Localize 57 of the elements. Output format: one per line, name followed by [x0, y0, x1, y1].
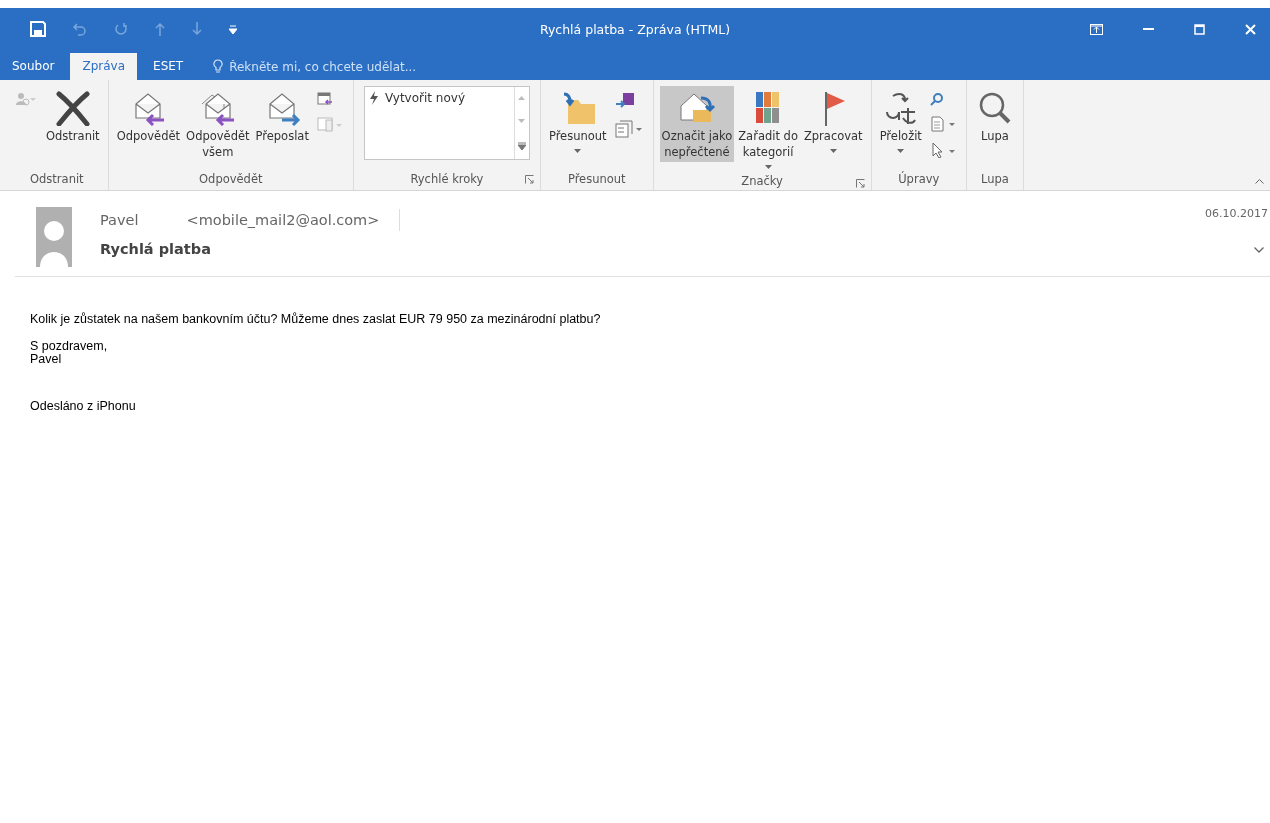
collapse-ribbon-icon[interactable] [1255, 179, 1264, 184]
expand-icon[interactable] [1254, 247, 1264, 253]
maximize-icon[interactable] [1194, 23, 1205, 35]
tell-me-field[interactable]: Řekněte mi, co chcete udělat... [227, 58, 472, 75]
search-icon[interactable] [929, 92, 944, 106]
pointer-icon[interactable] [929, 142, 956, 158]
caret-icon [897, 149, 905, 153]
message-paragraph: S pozdravem, Pavel [30, 340, 109, 366]
ribbon-tab[interactable]: Soubor [0, 53, 67, 80]
message-subject: Rychlá platba [100, 241, 212, 257]
rules-icon[interactable] [614, 120, 643, 138]
group-label: Odstranit [30, 172, 84, 186]
customize-icon[interactable] [229, 24, 237, 34]
ribbon-button[interactable]: Odpovědět všem [184, 86, 252, 162]
dialog-launcher-icon[interactable] [524, 175, 534, 184]
ribbon-button[interactable]: Přeložit [877, 86, 924, 162]
lightning-icon [368, 91, 379, 105]
ribbon-button[interactable]: Zařadit do kategorií [736, 86, 800, 172]
document-icon[interactable] [929, 116, 956, 132]
undo-icon[interactable] [73, 22, 87, 36]
window-title: Rychlá platba - Zpráva (HTML) [539, 21, 731, 37]
down-arrow-icon[interactable] [192, 22, 202, 36]
caret-icon [829, 149, 837, 153]
close-icon[interactable] [1245, 23, 1256, 35]
ribbon-button[interactable]: Odstranit [44, 86, 102, 162]
group-label: Úpravy [898, 172, 940, 186]
ribbon-tab[interactable]: ESET [141, 53, 196, 80]
more-icon[interactable] [517, 141, 526, 150]
quick-step-item[interactable]: Vytvořit nový [368, 91, 510, 105]
sender-email: <mobile_mail2@aol.com> [186, 212, 380, 228]
message-date: 06.10.2017 [1205, 207, 1268, 220]
quick-steps-gallery[interactable]: Vytvořit nový [363, 86, 530, 160]
meeting-icon[interactable] [316, 92, 333, 106]
up-arrow-icon[interactable] [155, 22, 165, 36]
group-label: Značky [741, 174, 783, 188]
sender-name: Pavel [100, 212, 139, 228]
caret-icon [574, 149, 582, 153]
ribbon-button[interactable]: Zpracovat [801, 86, 865, 162]
group-label: Lupa [980, 172, 1009, 186]
group-label: Rychlé kroky [410, 172, 484, 186]
ribbon-button[interactable]: Přesunout [546, 86, 609, 162]
ribbon-button[interactable]: Lupa [972, 86, 1017, 162]
redo-icon[interactable] [114, 22, 128, 36]
ribbon-display-icon[interactable] [1090, 23, 1103, 35]
save-icon[interactable] [30, 21, 46, 37]
group-label: Odpovědět [199, 172, 263, 186]
lightbulb-icon [213, 59, 224, 74]
ribbon-button[interactable]: Odpovědět [114, 86, 183, 162]
caret-icon [764, 165, 772, 169]
group-label: Přesunout [567, 172, 626, 186]
message-paragraph: Kolik je zůstatek na našem bankovním účtu? Můžeme dnes zaslat EUR 79 950 za mezinárodní platbu? [30, 313, 602, 326]
dialog-launcher-icon[interactable] [855, 179, 865, 188]
onenote-icon[interactable] [614, 92, 635, 110]
ribbon-tab[interactable]: Zpráva [70, 53, 138, 80]
ribbon-button[interactable]: Přeposlat [253, 86, 311, 162]
message-paragraph: Odesláno z iPhonu [30, 400, 137, 413]
ribbon-button[interactable]: Označit jako nepřečtené [659, 86, 735, 162]
